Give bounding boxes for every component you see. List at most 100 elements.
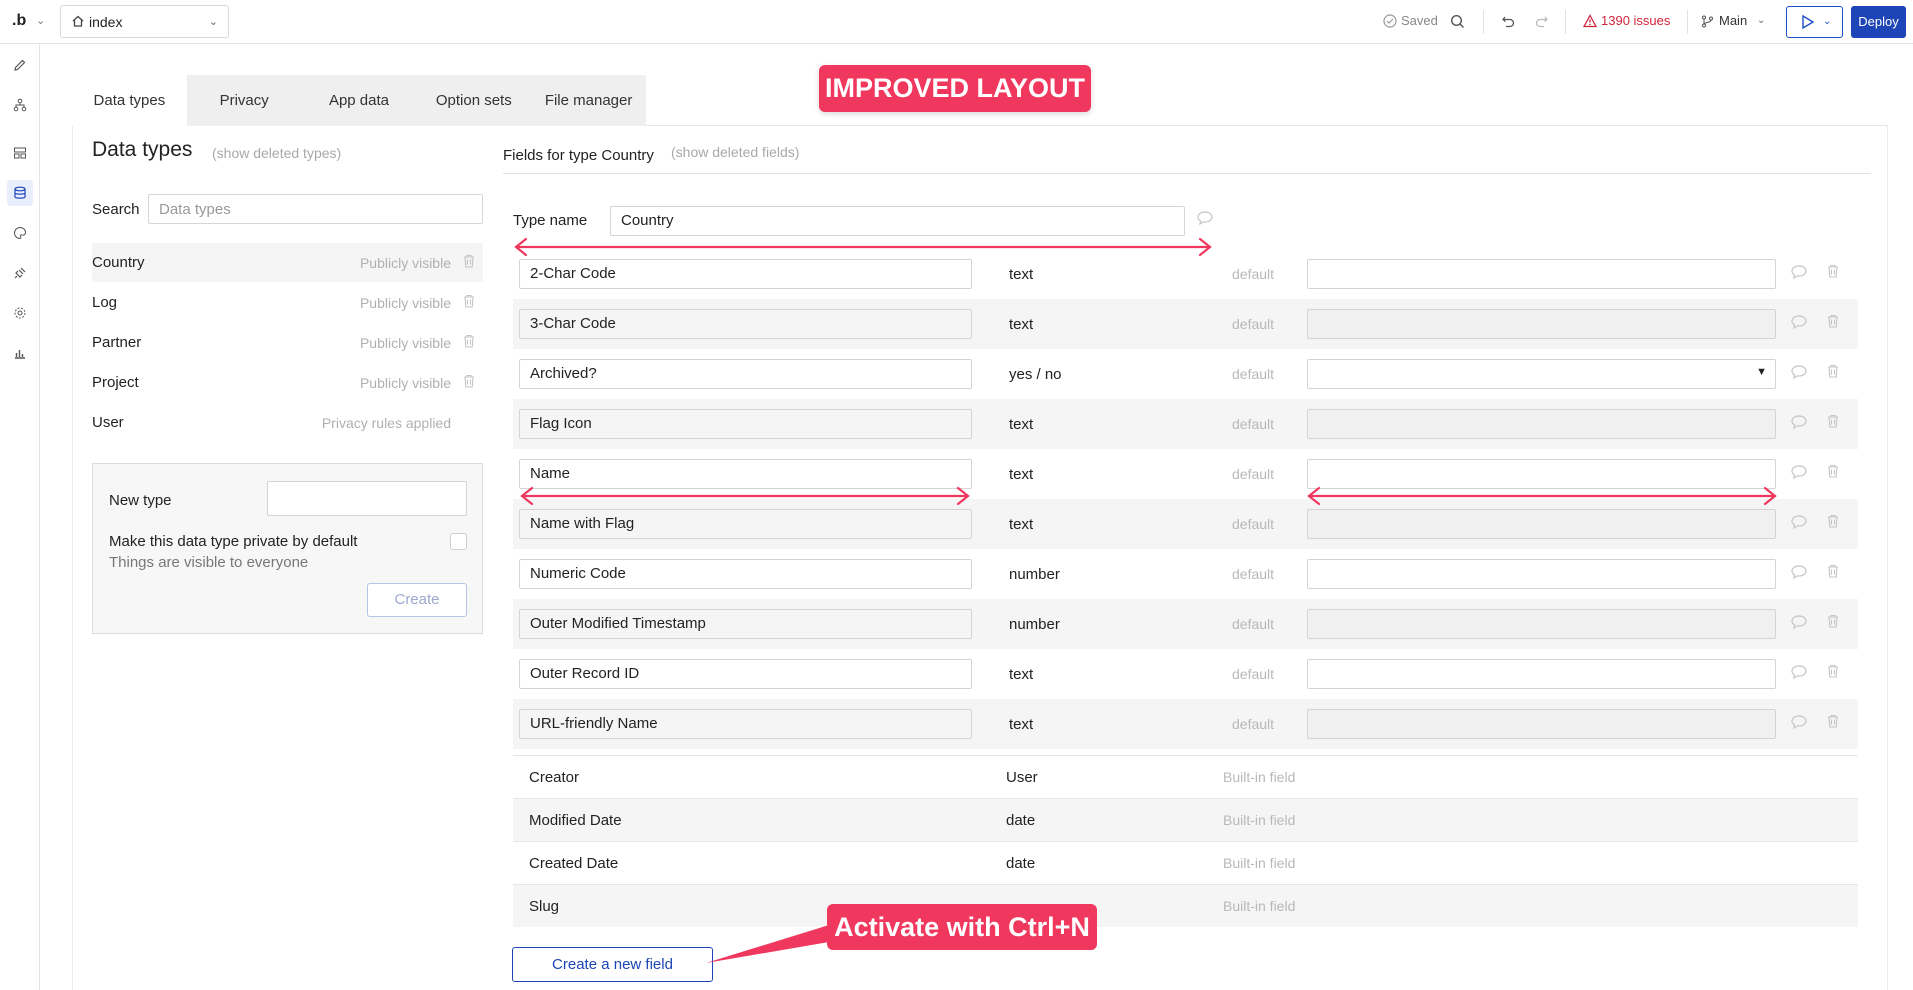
type-row-project[interactable]: Project Publicly visible xyxy=(92,363,483,402)
comment-icon[interactable] xyxy=(1790,464,1808,485)
trash-icon[interactable] xyxy=(463,294,475,313)
palette-icon[interactable] xyxy=(7,220,33,246)
field-name-input[interactable]: Archived? xyxy=(519,359,972,389)
comment-icon[interactable] xyxy=(1790,314,1808,335)
deploy-button[interactable]: Deploy xyxy=(1851,6,1906,38)
comment-icon[interactable] xyxy=(1790,614,1808,635)
builtin-field-type: User xyxy=(1006,769,1038,786)
shortcut-callout: Activate with Ctrl+N xyxy=(827,904,1097,950)
chevron-down-icon[interactable]: ⌄ xyxy=(1757,15,1765,26)
type-row-country[interactable]: Country Publicly visible xyxy=(92,243,483,282)
tab-option-sets[interactable]: Option sets xyxy=(416,75,531,126)
database-icon[interactable] xyxy=(7,180,33,206)
comment-icon[interactable] xyxy=(1790,264,1808,285)
create-new-field-button[interactable]: Create a new field xyxy=(512,947,713,982)
workflow-icon[interactable] xyxy=(7,92,33,118)
default-value-input[interactable] xyxy=(1307,409,1776,439)
field-name-input[interactable]: Outer Record ID xyxy=(519,659,972,689)
field-name-input[interactable]: Flag Icon xyxy=(519,409,972,439)
field-name-input[interactable]: URL-friendly Name xyxy=(519,709,972,739)
builtin-row: Slug Built-in field xyxy=(513,884,1858,927)
type-row-log[interactable]: Log Publicly visible xyxy=(92,283,483,322)
comment-icon[interactable] xyxy=(1790,514,1808,535)
trash-icon[interactable] xyxy=(1827,414,1839,433)
type-visibility: Publicly visible xyxy=(359,335,451,351)
page-selector[interactable]: index ⌄ xyxy=(60,5,229,38)
comment-icon[interactable] xyxy=(1790,664,1808,685)
type-name-input[interactable]: Country xyxy=(610,206,1185,236)
branch-selector[interactable]: Main xyxy=(1719,13,1747,28)
default-value-input[interactable] xyxy=(1307,609,1776,639)
trash-icon[interactable] xyxy=(1827,564,1839,583)
layout-icon[interactable] xyxy=(7,140,33,166)
comment-icon[interactable] xyxy=(1790,414,1808,435)
new-type-input[interactable] xyxy=(267,481,467,516)
preview-button[interactable]: ⌄ xyxy=(1786,6,1843,38)
new-type-panel: New type Make this data type private by … xyxy=(92,463,483,634)
field-name-input[interactable]: Outer Modified Timestamp xyxy=(519,609,972,639)
comment-icon[interactable] xyxy=(1196,210,1214,231)
trash-icon[interactable] xyxy=(1827,264,1839,283)
trash-icon[interactable] xyxy=(1827,464,1839,483)
comment-icon[interactable] xyxy=(1790,714,1808,735)
search-icon[interactable] xyxy=(1448,12,1466,30)
builtin-field-name: Slug xyxy=(529,898,560,915)
trash-icon[interactable] xyxy=(463,374,475,393)
default-value-input[interactable] xyxy=(1307,509,1776,539)
improved-layout-callout: IMPROVED LAYOUT xyxy=(819,65,1091,112)
field-type: number xyxy=(1009,616,1060,633)
field-name-input[interactable]: Name with Flag xyxy=(519,509,972,539)
create-button[interactable]: Create xyxy=(367,583,467,617)
tab-app-data[interactable]: App data xyxy=(302,75,417,126)
trash-icon[interactable] xyxy=(1827,614,1839,633)
default-value-input[interactable] xyxy=(1307,459,1776,489)
redo-icon[interactable] xyxy=(1532,12,1550,30)
tab-privacy[interactable]: Privacy xyxy=(187,75,302,126)
chevron-down-icon[interactable]: ⌄ xyxy=(36,14,45,27)
field-type: text xyxy=(1009,716,1034,733)
field-name-input[interactable]: 3-Char Code xyxy=(519,309,972,339)
chart-icon[interactable] xyxy=(7,340,33,366)
field-name-input[interactable]: Name xyxy=(519,459,972,489)
app-logo[interactable]: .b xyxy=(12,12,26,30)
trash-icon[interactable] xyxy=(1827,314,1839,333)
field-row: Name text default xyxy=(513,449,1858,499)
search-input[interactable] xyxy=(148,194,483,224)
issues-link[interactable]: 1390 issues xyxy=(1601,13,1670,28)
divider xyxy=(1887,125,1888,990)
trash-icon[interactable] xyxy=(463,254,475,273)
private-checkbox[interactable] xyxy=(450,533,467,550)
trash-icon[interactable] xyxy=(463,334,475,353)
pencil-icon[interactable] xyxy=(7,52,33,78)
tab-data-types[interactable]: Data types xyxy=(72,75,187,126)
show-deleted-types-link[interactable]: (show deleted types) xyxy=(212,145,341,161)
type-visibility: Publicly visible xyxy=(359,255,451,271)
plugin-icon[interactable] xyxy=(7,260,33,286)
trash-icon[interactable] xyxy=(1827,664,1839,683)
trash-icon[interactable] xyxy=(1827,514,1839,533)
default-value-input[interactable] xyxy=(1307,709,1776,739)
default-value-select[interactable]: ▼ xyxy=(1307,359,1776,389)
field-name-input[interactable]: Numeric Code xyxy=(519,559,972,589)
default-value-input[interactable] xyxy=(1307,259,1776,289)
default-value-input[interactable] xyxy=(1307,309,1776,339)
default-value-input[interactable] xyxy=(1307,559,1776,589)
divider xyxy=(1687,10,1688,34)
type-row-user[interactable]: User Privacy rules applied xyxy=(92,403,483,442)
trash-icon[interactable] xyxy=(1827,714,1839,733)
comment-icon[interactable] xyxy=(1790,364,1808,385)
private-hint: Things are visible to everyone xyxy=(109,554,309,571)
default-value-input[interactable] xyxy=(1307,659,1776,689)
undo-icon[interactable] xyxy=(1499,12,1517,30)
comment-icon[interactable] xyxy=(1790,564,1808,585)
branch-icon xyxy=(1698,12,1716,30)
trash-icon[interactable] xyxy=(1827,364,1839,383)
tab-file-manager[interactable]: File manager xyxy=(531,75,646,126)
field-row: Flag Icon text default xyxy=(513,399,1858,449)
show-deleted-fields-link[interactable]: (show deleted fields) xyxy=(671,144,799,160)
gear-icon[interactable] xyxy=(7,300,33,326)
builtin-field-note: Built-in field xyxy=(1223,855,1296,871)
type-row-partner[interactable]: Partner Publicly visible xyxy=(92,323,483,362)
field-name-input[interactable]: 2-Char Code xyxy=(519,259,972,289)
home-icon xyxy=(71,14,85,33)
